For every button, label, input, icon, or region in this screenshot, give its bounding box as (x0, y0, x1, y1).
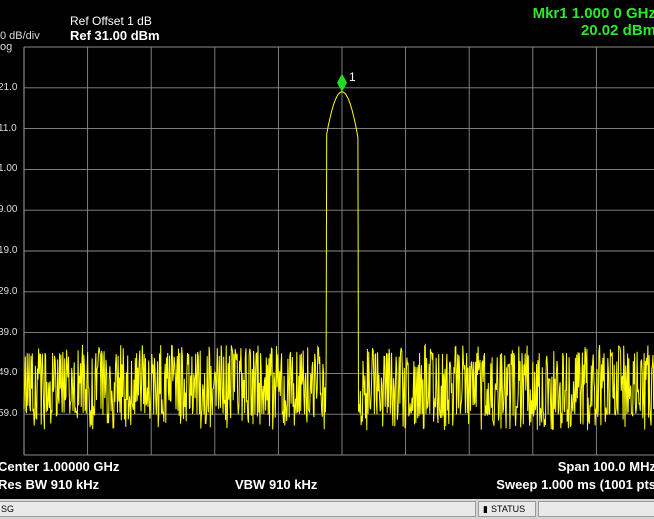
ref-level-label: Ref 31.00 dBm (70, 28, 160, 43)
speaker-icon: ▮ (483, 504, 488, 514)
marker-amplitude-readout: 20.02 dBm (580, 22, 654, 39)
log-label: og (0, 41, 13, 53)
res-bw-label: Res BW 910 kHz (0, 477, 100, 492)
status-button[interactable]: ▮ STATUS (478, 501, 536, 517)
status-message-field: SG (0, 501, 476, 517)
spectrum-trace (23, 91, 654, 431)
spectrum-plot: 1 (23, 46, 654, 456)
y-tick-label: 19.0 (0, 245, 18, 256)
y-tick-label: 1.00 (0, 163, 18, 175)
y-tick-label: 39.0 (0, 326, 18, 338)
status-extra-field (538, 501, 654, 517)
y-tick-label: 11.0 (0, 122, 17, 134)
vbw-label: VBW 910 kHz (235, 477, 318, 492)
ref-offset-label: Ref Offset 1 dB (70, 14, 152, 28)
y-tick-label: 9.00 (0, 204, 18, 216)
marker-1: 1 (337, 70, 356, 92)
marker-diamond-icon (337, 73, 347, 92)
y-tick-label: 29.0 (0, 285, 18, 297)
status-bar: SG ▮ STATUS (0, 499, 654, 519)
center-frequency: Center 1.00000 GHz (0, 459, 120, 474)
marker-frequency-readout: Mkr1 1.000 0 GHz (532, 5, 654, 22)
sweep-label: Sweep 1.000 ms (1001 pts (496, 477, 654, 492)
status-button-label: STATUS (491, 504, 526, 514)
marker-label: 1 (349, 70, 356, 84)
y-tick-label: 59.0 (0, 408, 18, 420)
y-tick-label: 21.0 (0, 81, 18, 93)
span-label: Span 100.0 MHz (557, 459, 654, 474)
status-left-text: SG (1, 504, 15, 514)
y-tick-label: 49.0 (0, 367, 18, 379)
